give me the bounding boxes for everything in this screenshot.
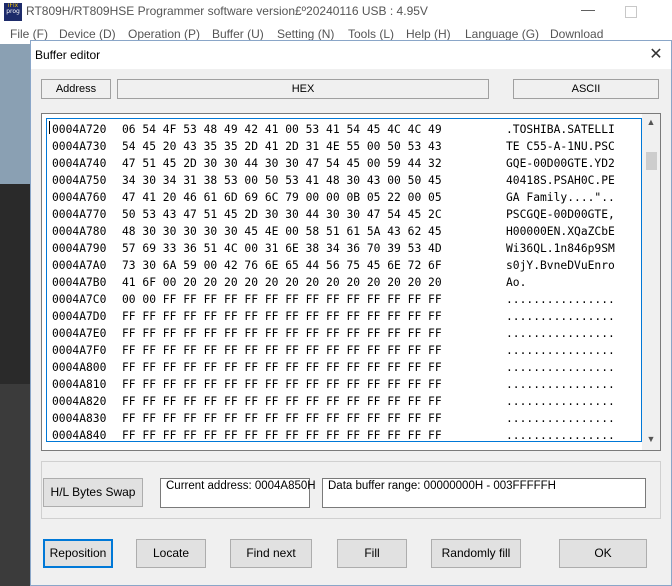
app-titlebar: iFlx prog RT809H/RT809HSE Programmer sof…: [0, 0, 672, 24]
row-hex-bytes[interactable]: 48 30 30 30 30 30 45 4E 00 58 51 61 5A 4…: [122, 223, 442, 240]
data-buffer-range-field: Data buffer range: 00000000H - 003FFFFFH: [322, 478, 646, 508]
hex-edit-area[interactable]: 0004A720 06 54 4F 53 48 49 42 41 00 53 41…: [46, 118, 642, 442]
row-ascii-text[interactable]: ................: [506, 325, 615, 342]
row-address[interactable]: 0004A840: [52, 427, 106, 444]
menu-language[interactable]: Language (G): [465, 27, 539, 41]
row-ascii-text[interactable]: 40418S.PSAH0C.PE: [506, 172, 615, 189]
current-address-field: Current address: 0004A850H: [160, 478, 316, 508]
row-address[interactable]: 0004A810: [52, 376, 106, 393]
maximize-icon[interactable]: [625, 6, 637, 18]
row-hex-bytes[interactable]: FF FF FF FF FF FF FF FF FF FF FF FF FF F…: [122, 410, 442, 427]
row-address[interactable]: 0004A730: [52, 138, 106, 155]
background-panel: [0, 184, 30, 384]
text-caret: [49, 121, 50, 134]
dialog-title: Buffer editor: [35, 48, 101, 62]
minimize-icon[interactable]: —: [577, 2, 599, 20]
menu-device[interactable]: Device (D): [59, 27, 116, 41]
buffer-editor-dialog: Buffer editor ✕ Address HEX ASCII 0004A7…: [30, 40, 672, 586]
menu-file[interactable]: File (F): [10, 27, 48, 41]
row-address[interactable]: 0004A820: [52, 393, 106, 410]
row-ascii-text[interactable]: GQE-00D00GTE.YD2: [506, 155, 615, 172]
hex-column-header: HEX: [117, 79, 489, 99]
logo-text-bottom: prog: [6, 8, 20, 15]
row-address[interactable]: 0004A750: [52, 172, 106, 189]
row-ascii-text[interactable]: ................: [506, 291, 615, 308]
row-hex-bytes[interactable]: FF FF FF FF FF FF FF FF FF FF FF FF FF F…: [122, 376, 442, 393]
background-panel: [0, 384, 30, 586]
row-ascii-text[interactable]: ................: [506, 410, 615, 427]
find-next-button[interactable]: Find next: [230, 539, 312, 568]
row-hex-bytes[interactable]: 06 54 4F 53 48 49 42 41 00 53 41 54 45 4…: [122, 121, 442, 138]
background-window-strip: [0, 44, 30, 586]
app-title: RT809H/RT809HSE Programmer software vers…: [26, 4, 428, 18]
close-icon[interactable]: ✕: [643, 43, 669, 67]
reposition-button[interactable]: Reposition: [43, 539, 113, 568]
row-hex-bytes[interactable]: FF FF FF FF FF FF FF FF FF FF FF FF FF F…: [122, 308, 442, 325]
row-address[interactable]: 0004A720: [52, 121, 106, 138]
app-logo-icon: iFlx prog: [4, 3, 22, 21]
hl-bytes-swap-button[interactable]: H/L Bytes Swap: [43, 478, 143, 507]
row-ascii-text[interactable]: .TOSHIBA.SATELLI: [506, 121, 615, 138]
background-panel: [0, 44, 30, 184]
row-hex-bytes[interactable]: FF FF FF FF FF FF FF FF FF FF FF FF FF F…: [122, 427, 442, 444]
menu-download[interactable]: Download: [550, 27, 603, 41]
row-hex-bytes[interactable]: 34 30 34 31 38 53 00 50 53 41 48 30 43 0…: [122, 172, 442, 189]
menu-tools[interactable]: Tools (L): [348, 27, 394, 41]
menu-setting[interactable]: Setting (N): [277, 27, 334, 41]
menu-buffer[interactable]: Buffer (U): [212, 27, 264, 41]
row-address[interactable]: 0004A830: [52, 410, 106, 427]
row-hex-bytes[interactable]: FF FF FF FF FF FF FF FF FF FF FF FF FF F…: [122, 359, 442, 376]
menu-operation[interactable]: Operation (P): [128, 27, 200, 41]
fill-button[interactable]: Fill: [337, 539, 407, 568]
row-ascii-text[interactable]: ................: [506, 376, 615, 393]
dialog-titlebar: Buffer editor ✕: [31, 41, 671, 69]
row-ascii-text[interactable]: ................: [506, 308, 615, 325]
row-ascii-text[interactable]: ................: [506, 359, 615, 376]
row-hex-bytes[interactable]: 50 53 43 47 51 45 2D 30 30 44 30 30 47 5…: [122, 206, 442, 223]
row-hex-bytes[interactable]: FF FF FF FF FF FF FF FF FF FF FF FF FF F…: [122, 342, 442, 359]
scroll-down-icon[interactable]: ▼: [645, 434, 657, 444]
row-ascii-text[interactable]: ................: [506, 342, 615, 359]
row-address[interactable]: 0004A780: [52, 223, 106, 240]
row-address[interactable]: 0004A740: [52, 155, 106, 172]
address-column-header: Address: [41, 79, 111, 99]
randomly-fill-button[interactable]: Randomly fill: [431, 539, 521, 568]
row-address[interactable]: 0004A7E0: [52, 325, 106, 342]
row-address[interactable]: 0004A760: [52, 189, 106, 206]
row-address[interactable]: 0004A7A0: [52, 257, 106, 274]
row-ascii-text[interactable]: H00000EN.XQaZCbE: [506, 223, 615, 240]
row-hex-bytes[interactable]: 73 30 6A 59 00 42 76 6E 65 44 56 75 45 6…: [122, 257, 442, 274]
row-hex-bytes[interactable]: FF FF FF FF FF FF FF FF FF FF FF FF FF F…: [122, 393, 442, 410]
menu-help[interactable]: Help (H): [406, 27, 451, 41]
row-address[interactable]: 0004A770: [52, 206, 106, 223]
locate-button[interactable]: Locate: [136, 539, 206, 568]
row-ascii-text[interactable]: TE C55-A-1NU.PSC: [506, 138, 615, 155]
row-ascii-text[interactable]: Ao.: [506, 274, 615, 291]
row-address[interactable]: 0004A7D0: [52, 308, 106, 325]
row-address[interactable]: 0004A800: [52, 359, 106, 376]
scroll-up-icon[interactable]: ▲: [645, 117, 657, 127]
row-ascii-text[interactable]: Wi36QL.1n846p9SM: [506, 240, 615, 257]
row-hex-bytes[interactable]: 54 45 20 43 35 35 2D 41 2D 31 4E 55 00 5…: [122, 138, 442, 155]
row-ascii-text[interactable]: ................: [506, 393, 615, 410]
row-hex-bytes[interactable]: FF FF FF FF FF FF FF FF FF FF FF FF FF F…: [122, 325, 442, 342]
row-address[interactable]: 0004A7B0: [52, 274, 106, 291]
row-hex-bytes[interactable]: 47 41 20 46 61 6D 69 6C 79 00 00 0B 05 2…: [122, 189, 442, 206]
vertical-scrollbar[interactable]: ▲ ▼: [642, 114, 660, 450]
row-ascii-text[interactable]: GA Family...."..: [506, 189, 615, 206]
scrollbar-thumb[interactable]: [646, 152, 657, 170]
row-address[interactable]: 0004A7C0: [52, 291, 106, 308]
ascii-column-header: ASCII: [513, 79, 659, 99]
row-hex-bytes[interactable]: 57 69 33 36 51 4C 00 31 6E 38 34 36 70 3…: [122, 240, 442, 257]
row-address[interactable]: 0004A7F0: [52, 342, 106, 359]
row-hex-bytes[interactable]: 00 00 FF FF FF FF FF FF FF FF FF FF FF F…: [122, 291, 442, 308]
row-address[interactable]: 0004A790: [52, 240, 106, 257]
row-hex-bytes[interactable]: 47 51 45 2D 30 30 44 30 30 47 54 45 00 5…: [122, 155, 442, 172]
row-ascii-text[interactable]: ................: [506, 427, 615, 444]
row-ascii-text[interactable]: s0jY.BvneDVuEnro: [506, 257, 615, 274]
ok-button[interactable]: OK: [559, 539, 647, 568]
hex-editor-panel[interactable]: 0004A720 06 54 4F 53 48 49 42 41 00 53 41…: [41, 113, 661, 451]
row-hex-bytes[interactable]: 41 6F 00 20 20 20 20 20 20 20 20 20 20 2…: [122, 274, 442, 291]
row-ascii-text[interactable]: PSCGQE-00D00GTE,: [506, 206, 615, 223]
